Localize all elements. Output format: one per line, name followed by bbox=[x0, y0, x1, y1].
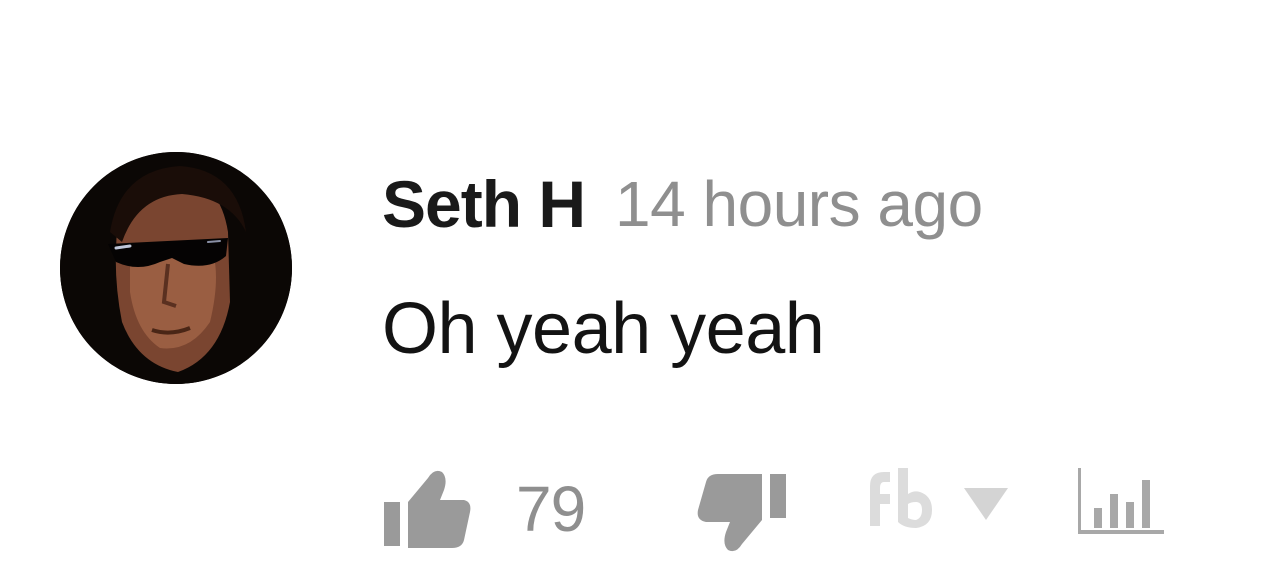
comment-text: Oh yeah yeah bbox=[382, 289, 825, 369]
share-dropdown-button[interactable] bbox=[958, 464, 1014, 534]
caret-down-icon bbox=[964, 488, 1008, 520]
like-button[interactable] bbox=[382, 464, 474, 552]
bar-chart-icon bbox=[1078, 468, 1164, 534]
dislike-button[interactable] bbox=[692, 464, 788, 556]
comment-toolbar: 79 bbox=[382, 464, 1232, 554]
avatar-image bbox=[60, 152, 292, 384]
thumbs-up-icon bbox=[384, 470, 471, 548]
facebook-share-button[interactable] bbox=[856, 464, 936, 534]
comment-timestamp[interactable]: 14 hours ago bbox=[615, 167, 983, 241]
author-name[interactable]: Seth H bbox=[382, 166, 586, 242]
thumbs-down-icon bbox=[697, 474, 786, 552]
avatar[interactable] bbox=[60, 152, 292, 384]
fb-icon bbox=[870, 468, 932, 528]
comment-header: Seth H 14 hours ago bbox=[382, 162, 983, 246]
stats-button[interactable] bbox=[1074, 464, 1168, 540]
like-count: 79 bbox=[516, 473, 586, 545]
comment: Seth H 14 hours ago Oh yeah yeah 79 bbox=[0, 0, 1280, 580]
